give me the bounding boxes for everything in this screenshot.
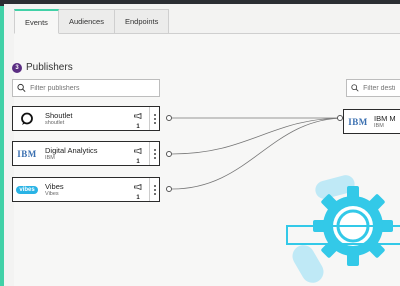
publisher-name: Digital Analytics: [45, 145, 98, 155]
vibes-logo: vibes: [13, 178, 41, 201]
destination-sub: IBM: [374, 122, 384, 129]
event-count: 1: [136, 195, 140, 201]
megaphone-icon: [134, 112, 142, 120]
publisher-card-vibes[interactable]: vibes Vibes Vibes 1: [12, 177, 160, 202]
publisher-names: Vibes Vibes: [41, 182, 131, 198]
ibm-logo: IBM: [344, 110, 372, 133]
event-count: 1: [136, 159, 140, 165]
kebab-icon: [153, 148, 156, 159]
output-port[interactable]: [166, 115, 172, 121]
event-count: 1: [136, 124, 140, 130]
publisher-name: Shoutlet: [45, 110, 73, 120]
destination-search-input[interactable]: [363, 84, 400, 92]
destination-search[interactable]: [346, 79, 400, 97]
publishers-title: Publishers: [26, 62, 73, 73]
shoutlet-logo: [13, 107, 41, 130]
publisher-names: Digital Analytics IBM: [41, 146, 131, 162]
search-icon: [17, 83, 26, 92]
ibm-logo: IBM: [13, 142, 41, 165]
publisher-search-input[interactable]: [30, 84, 159, 92]
megaphone-icon: [134, 183, 142, 191]
output-port[interactable]: [166, 151, 172, 157]
publisher-card-shoutlet[interactable]: Shoutlet shoutlet 1: [12, 106, 160, 131]
event-stat: 1: [131, 106, 145, 131]
ibm-logo-text: IBM: [17, 148, 37, 159]
event-stat: 1: [131, 141, 145, 166]
publisher-card-digital-analytics[interactable]: IBM Digital Analytics IBM 1: [12, 141, 160, 166]
vibes-logo-text: vibes: [16, 185, 38, 194]
gear-illustration: [286, 175, 400, 283]
destination-name: IBM M: [374, 113, 396, 123]
publishers-header: 3 Publishers: [12, 62, 73, 73]
illustration-stroke-bottom: [292, 245, 324, 283]
speech-bubble-icon: [21, 112, 33, 125]
ibm-logo-text: IBM: [348, 116, 368, 127]
publisher-sub: shoutlet: [45, 119, 65, 126]
publisher-search[interactable]: [12, 79, 160, 97]
more-options-button[interactable]: [149, 107, 159, 130]
destination-names: IBM M IBM: [372, 114, 396, 130]
publisher-sub: Vibes: [45, 190, 59, 197]
more-options-button[interactable]: [149, 142, 159, 165]
more-options-button[interactable]: [149, 178, 159, 201]
megaphone-icon: [134, 147, 142, 155]
destination-card-ibm[interactable]: IBM IBM M IBM: [343, 109, 400, 134]
publisher-sub: IBM: [45, 154, 55, 161]
output-port[interactable]: [166, 186, 172, 192]
search-icon: [351, 84, 359, 92]
publisher-names: Shoutlet shoutlet: [41, 111, 131, 127]
publisher-count-badge: 3: [12, 62, 22, 73]
kebab-icon: [153, 184, 156, 195]
event-stat: 1: [131, 177, 145, 202]
kebab-icon: [153, 113, 156, 124]
connection-digital-analytics[interactable]: [171, 117, 346, 155]
publisher-name: Vibes: [45, 181, 64, 191]
